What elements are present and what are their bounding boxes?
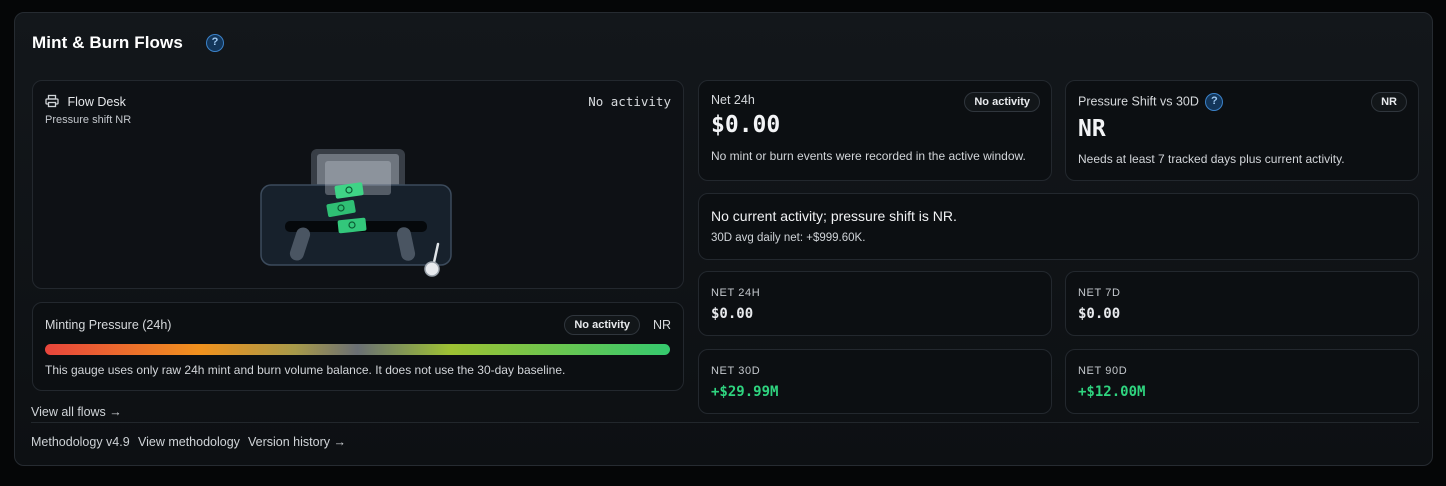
stat-label: NET 30D: [711, 365, 761, 377]
stat-value: $0.00: [711, 306, 754, 322]
printer-icon: [45, 94, 59, 108]
activity-summary-card: No current activity; pressure shift is N…: [698, 193, 1419, 260]
pressure-shift-description: Needs at least 7 tracked days plus curre…: [1078, 152, 1345, 166]
net-24h-description: No mint or burn events were recorded in …: [711, 149, 1026, 163]
panel-title: Mint & Burn Flows: [32, 33, 183, 52]
activity-headline: No current activity; pressure shift is N…: [711, 208, 957, 224]
stat-card-net-30d: NET 30D +$29.99M: [698, 349, 1052, 414]
flow-desk-title: Flow Desk: [67, 95, 126, 109]
money-printer-illustration: [260, 149, 452, 277]
stat-label: NET 24H: [711, 287, 761, 299]
net-24h-value: $0.00: [711, 112, 781, 138]
minting-pressure-description: This gauge uses only raw 24h mint and bu…: [45, 363, 566, 377]
stat-label: NET 90D: [1078, 365, 1128, 377]
methodology-version: Methodology v4.9: [31, 435, 130, 449]
help-icon[interactable]: ?: [1205, 93, 1224, 111]
mint-burn-panel: Mint & Burn Flows ? Flow Desk Pressure s…: [14, 12, 1433, 466]
activity-detail: 30D avg daily net: +$999.60K.: [711, 232, 866, 244]
view-methodology-link[interactable]: View methodology: [138, 435, 240, 449]
net-24h-badge: No activity: [964, 92, 1040, 112]
footer-divider: [31, 422, 1419, 423]
panel-header: Mint & Burn Flows ?: [32, 33, 224, 53]
stat-card-net-90d: NET 90D +$12.00M: [1065, 349, 1419, 414]
stat-card-net-24h: NET 24H $0.00: [698, 271, 1052, 336]
pressure-shift-badge: NR: [1371, 92, 1407, 112]
pressure-shift-label: Pressure Shift vs 30D: [1078, 94, 1199, 109]
view-all-flows-link[interactable]: View all flows →: [31, 405, 122, 419]
flow-desk-status: No activity: [588, 94, 671, 109]
flow-desk-header: Flow Desk: [45, 94, 126, 109]
stat-card-net-7d: NET 7D $0.00: [1065, 271, 1419, 336]
minting-pressure-badge: No activity: [564, 315, 640, 335]
stat-label: NET 7D: [1078, 287, 1121, 299]
minting-pressure-title: Minting Pressure (24h): [45, 318, 172, 332]
help-icon[interactable]: ?: [206, 34, 224, 52]
pressure-shift-header: Pressure Shift vs 30D ?: [1078, 93, 1224, 111]
stat-value: $0.00: [1078, 306, 1121, 322]
version-history-link[interactable]: Version history →: [248, 435, 346, 449]
flow-desk-card: Flow Desk Pressure shift NR No activity: [32, 80, 684, 289]
net-24h-label: Net 24h: [711, 93, 755, 107]
stat-value: +$12.00M: [1078, 384, 1146, 400]
stat-value: +$29.99M: [711, 384, 779, 400]
minting-pressure-card: Minting Pressure (24h) No activity NR Th…: [32, 302, 684, 391]
pressure-shift-card: Pressure Shift vs 30D ? NR NR Needs at l…: [1065, 80, 1419, 181]
pressure-shift-value: NR: [1078, 116, 1106, 142]
flow-desk-subtitle: Pressure shift NR: [45, 114, 132, 126]
pressure-gauge-bar: [45, 344, 670, 355]
minting-pressure-value: NR: [652, 318, 671, 332]
net-24h-card: Net 24h No activity $0.00 No mint or bur…: [698, 80, 1052, 181]
